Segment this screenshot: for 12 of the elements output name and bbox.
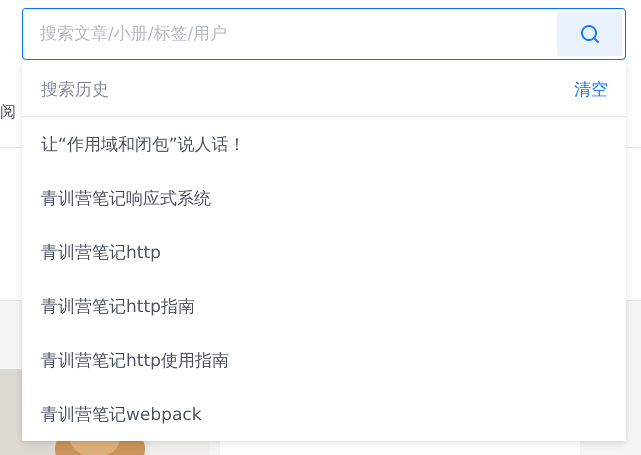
history-item[interactable]: 青训营笔记http指南 [41, 294, 195, 318]
history-item[interactable]: 青训营笔记http使用指南 [41, 348, 229, 372]
history-item[interactable]: 青训营笔记webpack [41, 402, 202, 426]
search-icon [580, 24, 600, 44]
history-item[interactable]: 青训营笔记响应式系统 [41, 186, 211, 210]
search-field[interactable]: 搜索文章/小册/标签/用户 [22, 8, 626, 60]
history-item[interactable]: 让“作用域和闭包”说人话！ [41, 132, 246, 156]
clear-link[interactable]: 清空 [574, 78, 608, 100]
history-title: 搜索历史 [41, 78, 109, 100]
nav-tab[interactable]: 阅 [0, 102, 16, 123]
history-item[interactable]: 青训营笔记http [41, 240, 161, 264]
search-button[interactable] [557, 12, 622, 56]
